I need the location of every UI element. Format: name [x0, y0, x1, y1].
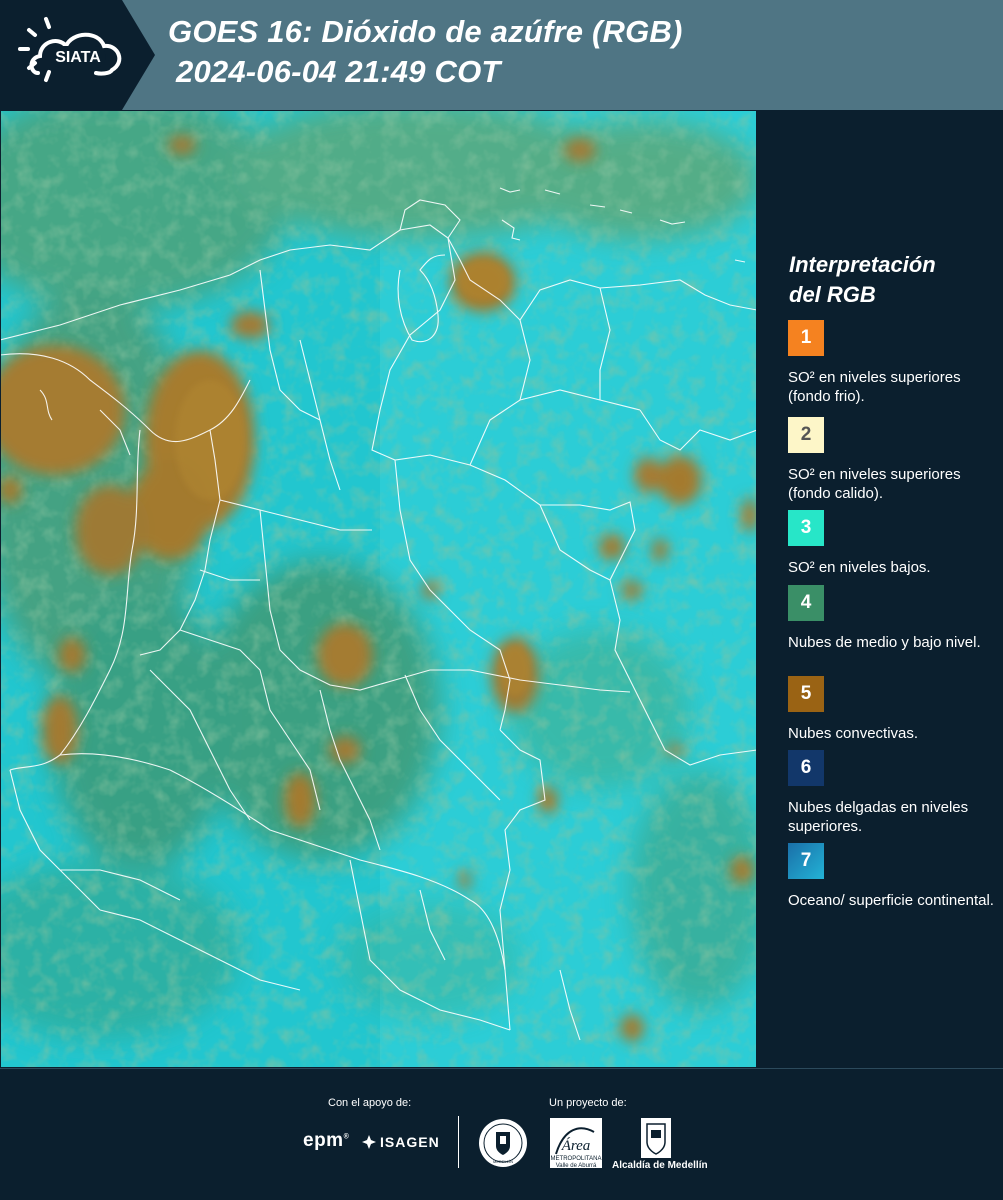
legend-label: Nubes convectivas. — [788, 725, 919, 742]
legend-item-6: 6 Nubes delgadas en niveles superiores. — [788, 750, 998, 836]
legend-title-line2: del RGB — [789, 282, 876, 307]
legend-label: SO² en niveles superiores (fondo calido)… — [788, 466, 961, 502]
page: SIATA GOES 16: Dióxido de azúfre (RGB) 2… — [0, 0, 1003, 1200]
legend-label: Nubes de medio y bajo nivel. — [788, 634, 981, 651]
legend-number: 1 — [800, 327, 812, 348]
footer-vertical-divider — [458, 1116, 459, 1168]
legend-swatch-5: 5 — [788, 676, 824, 712]
legend-item-3: 3 SO² en niveles bajos. — [788, 510, 998, 577]
legend-panel: Interpretación del RGB 1 SO² en niveles … — [757, 110, 1003, 1068]
legend-swatch-6: 6 — [788, 750, 824, 786]
siata-logo-text: SIATA — [55, 49, 101, 66]
legend-label: Nubes delgadas en niveles superiores. — [788, 799, 969, 835]
legend-item-5: 5 Nubes convectivas. — [788, 676, 998, 743]
legend-item-4: 4 Nubes de medio y bajo nivel. — [788, 585, 998, 652]
epm-logo: epm® — [303, 1130, 350, 1151]
legend-item-7: 7 Oceano/ superficie continental. — [788, 843, 998, 910]
alcaldia-shield-icon — [641, 1118, 671, 1158]
legend-number: 4 — [800, 592, 812, 613]
area-logo-text: Área — [561, 1137, 591, 1154]
satellite-map — [0, 110, 757, 1068]
legend-swatch-1: 1 — [788, 320, 824, 356]
page-timestamp: 2024-06-04 21:49 COT — [176, 54, 501, 89]
support-label: Con el apoyo de: — [328, 1097, 412, 1109]
legend-number: 7 — [800, 850, 812, 871]
isagen-icon — [362, 1135, 376, 1149]
legend-number: 5 — [800, 683, 812, 704]
legend-label: Oceano/ superficie continental. — [788, 892, 994, 909]
alcaldia-text: Alcaldía de Medellín — [612, 1160, 708, 1171]
legend-swatch-4: 4 — [788, 585, 824, 621]
seal-text: MEDELLÍN — [493, 1159, 513, 1164]
legend-title-line1: Interpretación — [789, 252, 936, 277]
medellin-seal-icon: MEDELLÍN — [478, 1118, 528, 1168]
legend-swatch-3: 3 — [788, 510, 824, 546]
footer: Con el apoyo de: Un proyecto de: epm® IS… — [0, 1068, 1003, 1200]
legend-number: 6 — [800, 757, 812, 778]
area-subtitle: METROPOLITANA Valle de Aburrá — [550, 1156, 602, 1169]
epm-logo-text: epm — [303, 1130, 344, 1151]
legend-item-1: 1 SO² en niveles superiores (fondo frio)… — [788, 320, 998, 406]
siata-logo: SIATA — [0, 0, 155, 110]
legend-item-2: 2 SO² en niveles superiores (fondo calid… — [788, 417, 998, 503]
footer-divider — [0, 1068, 1003, 1069]
legend-label: SO² en niveles superiores (fondo frio). — [788, 369, 961, 405]
legend-swatch-7: 7 — [788, 843, 824, 879]
isagen-logo: ISAGEN — [361, 1134, 440, 1150]
legend-swatch-2: 2 — [788, 417, 824, 453]
project-label: Un proyecto de: — [549, 1097, 627, 1109]
isagen-logo-text: ISAGEN — [380, 1134, 440, 1150]
legend-number: 3 — [800, 517, 812, 538]
page-title: GOES 16: Dióxido de azúfre (RGB) — [168, 14, 683, 49]
legend-number: 2 — [800, 424, 812, 445]
header-bar: SIATA GOES 16: Dióxido de azúfre (RGB) 2… — [0, 0, 1003, 110]
legend-title: Interpretación del RGB — [789, 250, 989, 310]
legend-label: SO² en niveles bajos. — [788, 559, 931, 576]
